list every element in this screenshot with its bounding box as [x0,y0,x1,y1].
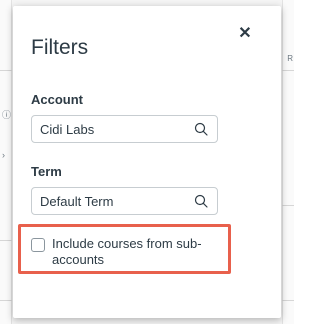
term-value[interactable]: Default Term [40,194,193,209]
divider [282,300,294,301]
subaccounts-checkbox-label[interactable]: Include courses from sub-accounts [52,236,221,268]
account-label: Account [31,92,83,107]
background-right-edge: R [282,0,294,324]
subaccounts-checkbox[interactable] [31,238,45,252]
chevron-icon: › [2,150,5,160]
term-search-field[interactable]: Default Term [31,187,218,215]
subaccounts-checkbox-row[interactable]: Include courses from sub-accounts [31,236,221,268]
account-value[interactable]: Cidi Labs [40,122,193,137]
divider [282,205,294,206]
background-left-edge: ⓘ › [0,0,12,324]
filters-tray: ✕ Filters Account Cidi Labs Term Default… [13,6,281,318]
divider [0,300,12,301]
info-icon: ⓘ [2,110,12,120]
account-search-field[interactable]: Cidi Labs [31,115,218,143]
background-right-text: R [287,54,293,63]
search-icon[interactable] [193,193,209,209]
close-button[interactable]: ✕ [237,26,253,42]
search-icon[interactable] [193,121,209,137]
divider [282,70,294,71]
close-icon[interactable]: ✕ [238,25,251,42]
divider [0,70,12,71]
filters-title: Filters [31,36,89,59]
term-label: Term [31,164,62,179]
divider [0,240,12,241]
